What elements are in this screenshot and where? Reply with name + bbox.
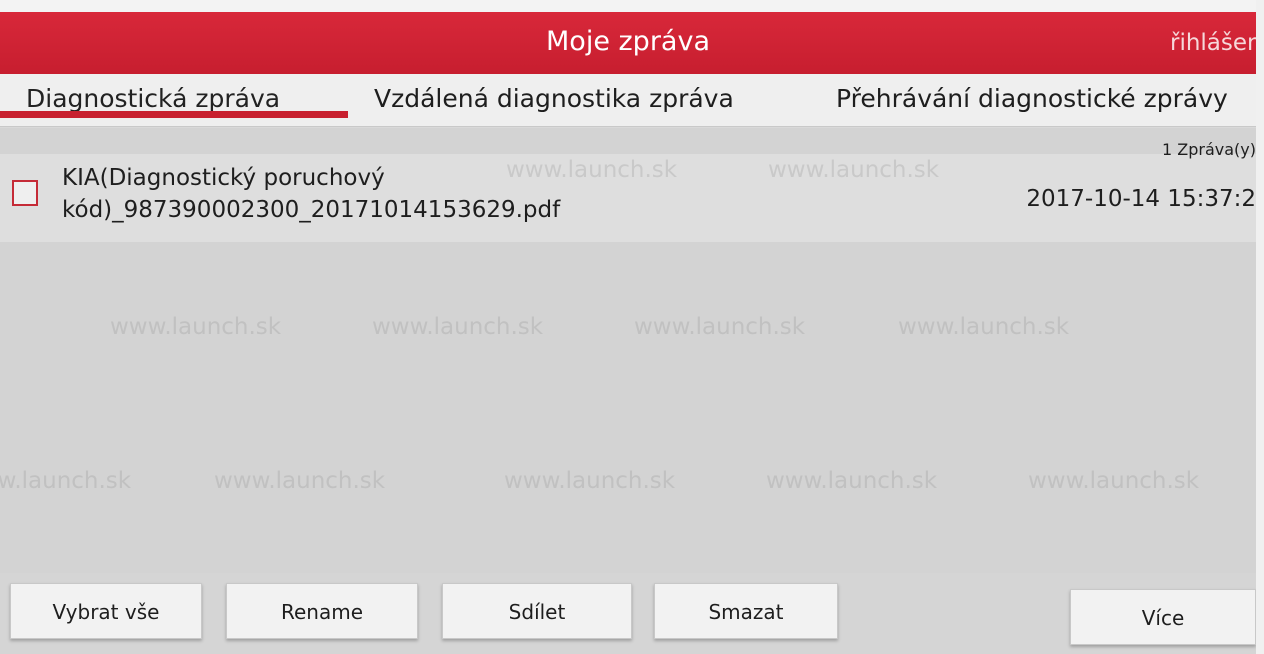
status-strip	[0, 0, 1256, 12]
active-tab-indicator	[0, 111, 348, 118]
login-link[interactable]: řihlášeni	[1170, 30, 1256, 56]
report-filename[interactable]: KIA(Diagnostický poruchový kód)_98739000…	[62, 162, 560, 226]
select-all-button[interactable]: Vybrat vše	[10, 583, 202, 639]
tab-remote-diagnostic-report[interactable]: Vzdálená diagnostika zpráva	[374, 74, 734, 126]
report-date: 2017-10-14 15:37:2	[1026, 186, 1256, 212]
report-count: 1 Zpráva(y)	[1162, 140, 1256, 159]
filename-line-2: kód)_987390002300_20171014153629.pdf	[62, 197, 561, 223]
screen-edge	[1256, 0, 1264, 654]
item-checkbox[interactable]	[12, 180, 38, 206]
list-item[interactable]: KIA(Diagnostický poruchový kód)_98739000…	[0, 140, 1256, 242]
delete-button[interactable]: Smazat	[654, 583, 838, 639]
more-button[interactable]: Více	[1070, 589, 1256, 645]
bottom-toolbar: Vybrat vše Rename Sdílet Smazat Více	[0, 573, 1256, 654]
tab-playback-diagnostic-report[interactable]: Přehrávání diagnostické zprávy	[836, 74, 1228, 126]
page-title: Moje zpráva	[546, 26, 710, 57]
title-bar: Moje zpráva řihlášeni	[0, 12, 1256, 74]
share-button[interactable]: Sdílet	[442, 583, 632, 639]
filename-line-1: KIA(Diagnostický poruchový	[62, 165, 385, 191]
rename-button[interactable]: Rename	[226, 583, 418, 639]
report-list: KIA(Diagnostický poruchový kód)_98739000…	[0, 128, 1256, 573]
app-screen: Moje zpráva řihlášeni Diagnostická zpráv…	[0, 0, 1256, 654]
tab-bar: Diagnostická zpráva Vzdálená diagnostika…	[0, 74, 1256, 127]
tab-diagnostic-report[interactable]: Diagnostická zpráva	[26, 74, 280, 126]
